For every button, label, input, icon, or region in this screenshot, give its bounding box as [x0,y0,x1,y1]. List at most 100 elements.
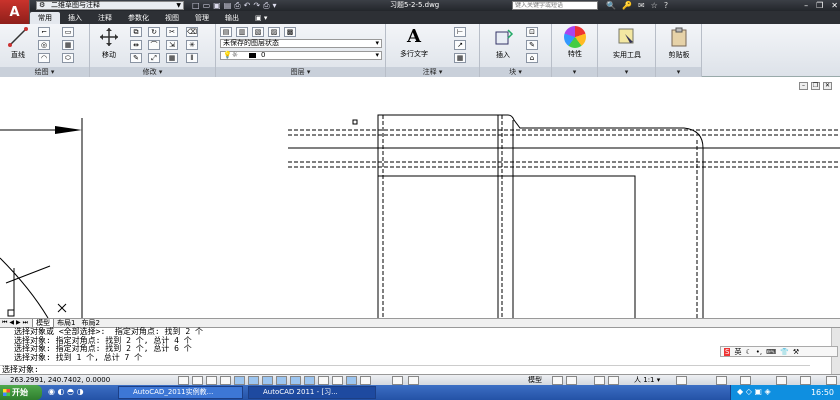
tab-home[interactable]: 常用 [30,12,60,24]
properties-button[interactable]: 特性 [558,26,592,59]
dropdown-icon[interactable]: ▾ [272,1,276,10]
copy-icon[interactable]: ⧉ [130,27,142,37]
circle-icon[interactable]: ◎ [38,40,50,50]
tab-annotate[interactable]: 注释 [90,12,120,24]
model-space-label[interactable]: 模型 [528,376,542,385]
arc-icon[interactable]: ◠ [38,53,50,63]
annotation-visibility-toggle[interactable] [676,376,687,385]
prev-tab-icon[interactable]: ◀ [9,319,14,327]
insert-button[interactable]: 插入 [486,26,520,60]
punctuation-icon[interactable]: •, [756,348,762,356]
ribbon-minimize-toggle[interactable]: ▣ ▾ [247,12,275,24]
properties-panel-title[interactable]: ▾ [552,67,597,77]
rectangle-icon[interactable]: ▭ [62,27,74,37]
otrack-toggle[interactable] [276,376,287,385]
tab-layout1[interactable]: 布局1 [54,319,78,327]
workspace-switching-button[interactable] [716,376,727,385]
last-tab-icon[interactable]: ⏭ [23,319,28,327]
ducs-toggle[interactable] [290,376,301,385]
save-icon[interactable]: ▣ [213,1,221,10]
search-icon[interactable]: 🔍 [606,0,616,11]
quick-view-layouts-button[interactable] [552,376,563,385]
block-panel-title[interactable]: 块 ▾ [480,67,551,77]
layer-freeze-icon[interactable]: ▩ [284,27,296,37]
minimize-viewport-button[interactable]: – [799,82,808,90]
mtext-button[interactable]: A 多行文字 [394,26,434,59]
plot-icon[interactable]: ⎙ [234,1,240,11]
layer-properties-icon[interactable]: ▤ [220,27,232,37]
tab-output[interactable]: 输出 [217,12,247,24]
tab-layout2[interactable]: 布局2 [79,319,103,327]
exchange-icon[interactable]: ✉ [638,0,645,11]
ime-mode[interactable]: 英 [734,347,741,357]
new-icon[interactable]: □ [192,1,200,10]
dyn-toggle[interactable] [304,376,315,385]
drawing-canvas[interactable] [0,78,840,318]
selection-cycling-toggle[interactable] [360,376,371,385]
tools-icon[interactable]: ⚒ [793,348,799,356]
leader-icon[interactable]: ↗ [454,40,466,50]
clipboard-button[interactable]: 剪贴板 [660,26,698,60]
shirt-icon[interactable]: 👕 [780,348,789,356]
current-layer-dropdown[interactable]: 💡☼ 0 ▾ [220,51,382,60]
quickview-toggle[interactable] [408,376,419,385]
pencil-icon[interactable]: ✎ [130,53,142,63]
lineweight-toggle[interactable] [318,376,329,385]
stretch-icon[interactable]: ⇲ [166,40,178,50]
star-icon[interactable]: ☆ [651,0,658,11]
quick-launch-icons[interactable]: ◉ ◐ ◓ ◑ [48,387,84,396]
zoom-button[interactable] [608,376,619,385]
help-icon[interactable]: ? [664,0,668,11]
next-tab-icon[interactable]: ▶ [16,319,21,327]
annotation-monitor-toggle[interactable] [392,376,403,385]
mirror-icon[interactable]: ⇹ [130,40,142,50]
ellipse-icon[interactable]: ⬭ [62,53,74,63]
draw-panel-title[interactable]: 绘图 ▾ [0,67,89,77]
table-icon[interactable]: ▦ [454,53,466,63]
3d-osnap-toggle[interactable] [262,376,273,385]
erase-icon[interactable]: ⌫ [186,27,198,37]
isolate-objects-button[interactable] [800,376,811,385]
scale-icon[interactable]: ⤢ [148,53,160,63]
taskbar-item-autocad[interactable]: AutoCAD 2011 - [习... [248,386,376,399]
fillet-icon[interactable]: ⌒ [148,40,160,50]
utilities-panel-title[interactable]: ▾ [598,67,655,77]
close-button[interactable]: ✕ [831,0,838,11]
clean-screen-button[interactable] [826,376,837,385]
polyline-icon[interactable]: ⌐ [38,27,50,37]
start-button[interactable]: 开始 [0,385,42,400]
line-button[interactable]: 直线 [4,26,32,60]
clipboard-panel-title[interactable]: ▾ [656,67,701,77]
layers-panel-title[interactable]: 图层 ▾ [216,67,385,77]
command-input[interactable]: 选择对象: [0,365,810,374]
taskbar-item-tutorial[interactable]: AutoCAD_2011实例教... [118,386,243,399]
hatch-icon[interactable]: ▦ [62,40,74,50]
quick-view-drawings-button[interactable] [566,376,577,385]
lock-ui-button[interactable] [740,376,751,385]
layer-isolate-icon[interactable]: ▨ [268,27,280,37]
move-button[interactable]: 移动 [94,26,124,60]
annotation-panel-title[interactable]: 注释 ▾ [386,67,479,77]
print-icon[interactable]: ⎙ [263,1,269,11]
trim-icon[interactable]: ✂ [166,27,178,37]
array-icon[interactable]: ▦ [166,53,178,63]
redo-icon[interactable]: ↷ [253,1,260,10]
close-viewport-button[interactable]: ✕ [823,82,832,90]
ortho-toggle[interactable] [220,376,231,385]
polar-toggle[interactable] [234,376,245,385]
restore-button[interactable]: ❐ [816,0,823,11]
tray-icons[interactable]: ◆ ◇ ▣ ◈ [737,387,771,396]
layer-states-icon[interactable]: ▥ [236,27,248,37]
snap-toggle[interactable] [192,376,203,385]
dimension-icon[interactable]: ⊢ [454,27,466,37]
offset-icon[interactable]: ⫴ [186,53,198,63]
search-input[interactable]: 键入关键字或短语 [512,1,598,10]
modify-panel-title[interactable]: 修改 ▾ [90,67,215,77]
annotation-scale[interactable]: 人 1:1 ▾ [634,376,660,385]
moon-icon[interactable]: ☾ [745,348,751,356]
tab-manage[interactable]: 管理 [187,12,217,24]
keyboard-icon[interactable]: ⌨ [766,348,776,356]
tab-view[interactable]: 视图 [157,12,187,24]
hardware-acceleration-button[interactable] [776,376,787,385]
sogou-icon[interactable]: S [724,347,731,356]
